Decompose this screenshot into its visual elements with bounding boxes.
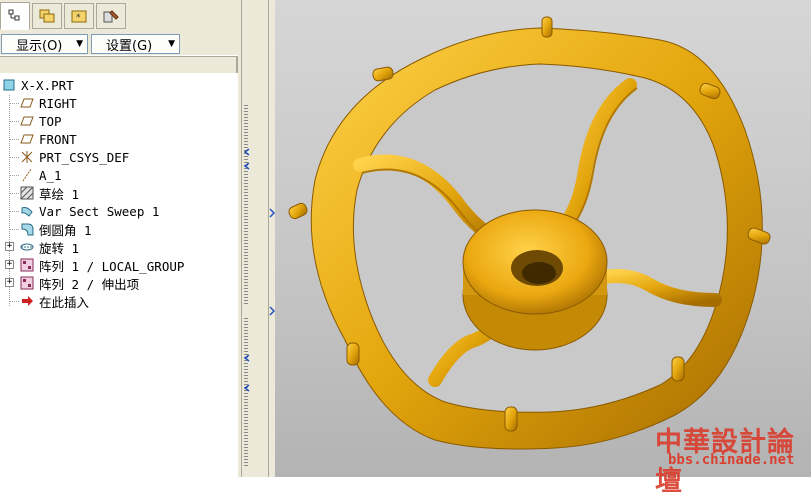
handwheel-model	[288, 16, 771, 450]
datum-plane-icon	[19, 113, 35, 129]
tree-item-label: Var Sect Sweep 1	[39, 203, 160, 219]
tree-connector	[9, 103, 19, 104]
tree-item-label: FRONT	[39, 131, 77, 147]
tree-item-csys[interactable]: PRT_CSYS_DEF	[19, 148, 129, 166]
tree-item-label: 阵列 2 / 伸出项	[39, 276, 140, 292]
navigator-tabs: *	[0, 0, 238, 32]
collapse-left-icon[interactable]	[243, 148, 251, 172]
show-dropdown[interactable]: 显示(O) ▼	[1, 34, 88, 54]
tree-item-label: 在此插入	[39, 294, 90, 310]
sketch-icon	[19, 185, 35, 201]
tab-model-tree[interactable]	[0, 2, 30, 30]
tree-connector	[9, 175, 19, 176]
tab-folder-browser[interactable]	[32, 3, 62, 29]
tree-connector	[9, 121, 19, 122]
hub-bore-inner	[522, 262, 556, 284]
favorites-icon: *	[71, 10, 87, 23]
tree-item-revolve[interactable]: 旋转 1	[19, 238, 79, 256]
graphics-viewport[interactable]	[275, 0, 811, 477]
sweep-icon	[19, 203, 35, 219]
chevron-down-icon: ▼	[168, 39, 175, 49]
collapse-left-icon[interactable]	[243, 354, 251, 394]
tree-item-sketch[interactable]: 草绘 1	[19, 184, 79, 202]
tree-item-label: A_1	[39, 167, 62, 183]
svg-text:*: *	[76, 13, 81, 23]
coordinate-system-icon	[19, 149, 35, 165]
tree-item-axis[interactable]: A_1	[19, 166, 62, 184]
round-icon	[19, 221, 35, 237]
tree-item-front[interactable]: FRONT	[19, 130, 77, 148]
tree-item-round[interactable]: 倒圆角 1	[19, 220, 92, 238]
tree-item-label: 草绘 1	[39, 186, 80, 202]
tree-item-label: RIGHT	[39, 95, 77, 111]
tree-item-top[interactable]: TOP	[19, 112, 62, 130]
tree-connector	[9, 193, 19, 194]
navigator-toolbar: 显示(O) ▼ 设置(G) ▼	[0, 31, 238, 55]
divider	[268, 0, 269, 477]
tree-item-right[interactable]: RIGHT	[19, 94, 77, 112]
tree-item-label: TOP	[39, 113, 62, 129]
tree-item-label: 倒圆角 1	[39, 222, 92, 238]
tree-item-label: PRT_CSYS_DEF	[39, 149, 130, 165]
revolve-icon	[19, 239, 35, 255]
expand-pattern-2-button[interactable]: +	[5, 278, 14, 287]
datum-plane-icon	[19, 131, 35, 147]
pattern-icon	[19, 257, 35, 273]
settings-dropdown[interactable]: 设置(G) ▼	[91, 34, 180, 54]
tree-connector	[9, 229, 19, 230]
datum-axis-icon	[19, 167, 35, 183]
tree-connector	[9, 157, 19, 158]
tree-scrollbar-grip[interactable]	[244, 105, 248, 305]
expand-revolve-button[interactable]: +	[5, 242, 14, 251]
panel-splitter[interactable]	[238, 0, 275, 477]
divider	[241, 0, 242, 477]
part-icon	[1, 77, 17, 93]
folder-browser-icon	[39, 9, 55, 23]
tree-item-label: 旋转 1	[39, 240, 80, 256]
tree-item-root[interactable]: X-X.PRT	[1, 76, 74, 94]
tree-connector	[9, 95, 10, 306]
tree-item-label: X-X.PRT	[21, 77, 74, 93]
tree-item-sweep[interactable]: Var Sect Sweep 1	[19, 202, 159, 220]
tree-connector	[9, 211, 19, 212]
model-tree-icon	[8, 9, 20, 21]
tree-item-insert-here[interactable]: 在此插入	[19, 292, 89, 310]
insert-here-icon	[19, 293, 35, 309]
show-dropdown-label: 显示(O)	[16, 38, 63, 54]
tree-item-label: 阵列 1 / LOCAL_GROUP	[39, 258, 185, 274]
expand-pattern-1-button[interactable]: +	[5, 260, 14, 269]
model-tree: X-X.PRT RIGHT TOP FRONT PRT_CSYS_DEF A_1	[0, 73, 239, 477]
tree-connector	[9, 139, 19, 140]
tree-connector	[9, 301, 19, 302]
settings-dropdown-label: 设置(G)	[106, 38, 153, 54]
tab-favorites[interactable]: *	[64, 3, 94, 29]
tree-item-pattern-2[interactable]: 阵列 2 / 伸出项	[19, 274, 139, 292]
watermark-url: bbs.chinade.net	[668, 452, 795, 468]
chevron-down-icon: ▼	[76, 39, 83, 49]
connections-icon	[103, 10, 119, 23]
datum-plane-icon	[19, 95, 35, 111]
pattern-icon	[19, 275, 35, 291]
tree-item-pattern-1[interactable]: 阵列 1 / LOCAL_GROUP	[19, 256, 184, 274]
tab-connections[interactable]	[96, 3, 126, 29]
tree-column-header[interactable]	[0, 56, 238, 74]
